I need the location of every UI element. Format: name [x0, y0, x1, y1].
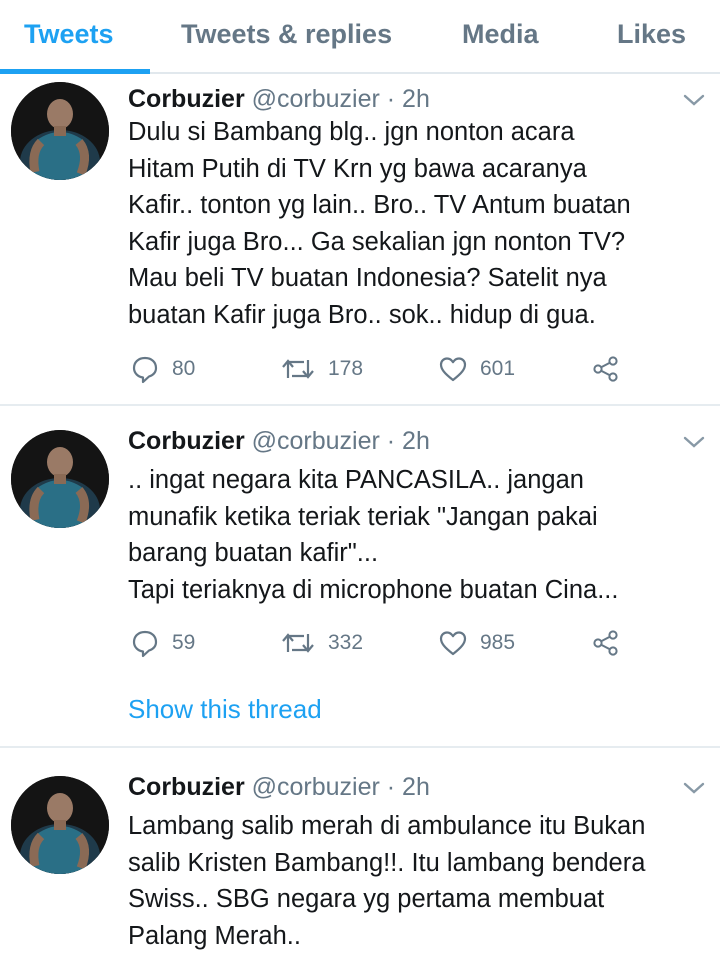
avatar-image	[11, 776, 109, 874]
like-count: 985	[480, 631, 516, 654]
retweet-arrows-icon	[282, 633, 314, 653]
avatar[interactable]	[11, 776, 109, 874]
tweet-header: Corbuzier @corbuzier · 2h	[128, 82, 430, 116]
timestamp[interactable]: · 2h	[380, 427, 430, 455]
tweet-actions: 59 332 985	[128, 626, 648, 660]
author-name[interactable]: Corbuzier	[128, 773, 245, 801]
author-name[interactable]: Corbuzier	[128, 427, 245, 455]
tweet-text-line: Palang Merah..	[128, 921, 301, 950]
tweet[interactable]: Corbuzier @corbuzier · 2h .. ingat negar…	[0, 406, 720, 746]
tweet-text-line: buatan Kafir juga Bro.. sok.. hidup di g…	[128, 300, 596, 329]
avatar-image	[11, 82, 109, 180]
avatar-image	[11, 430, 109, 528]
author-handle[interactable]: @corbuzier	[252, 773, 380, 801]
like-count: 601	[480, 357, 516, 380]
tweet-text-line: Mau beli TV buatan Indonesia? Satelit ny…	[128, 264, 607, 292]
tweet-text-line: Hitam Putih di TV Krn yg bawa acaranya	[128, 154, 587, 183]
tweet-text-line: salib Kristen Bambang!!. Itu lambang ben…	[128, 848, 646, 877]
avatar[interactable]	[11, 430, 109, 528]
tweet-text: Dulu si Bambang blg.. jgn nonton acara H…	[128, 114, 713, 333]
reply-button[interactable]: 59	[130, 626, 195, 660]
retweet-button[interactable]: 332	[280, 626, 363, 660]
like-button[interactable]: 985	[438, 626, 515, 660]
timestamp[interactable]: · 2h	[380, 85, 430, 113]
profile-tabs: Tweets Tweets & replies Media Likes	[0, 0, 720, 74]
tweet-header: Corbuzier @corbuzier · 2h	[128, 424, 430, 458]
author-handle[interactable]: @corbuzier	[252, 85, 380, 113]
share-button[interactable]	[591, 352, 621, 386]
chevron-down-icon[interactable]	[682, 92, 706, 108]
tweet[interactable]: Corbuzier @corbuzier · 2h Dulu si Bamban…	[0, 76, 720, 406]
tweet-text-line: munafik ketika teriak teriak "Jangan pak…	[128, 502, 598, 531]
active-tab-indicator	[0, 69, 150, 74]
like-button[interactable]: 601	[438, 352, 515, 386]
author-handle[interactable]: @corbuzier	[252, 427, 380, 455]
tweet-text-line: .. ingat negara kita PANCASILA.. jangan	[128, 466, 584, 494]
retweet-count: 332	[328, 631, 364, 654]
share-nodes-icon	[593, 356, 618, 382]
tweet-text: Lambang salib merah di ambulance itu Buk…	[128, 808, 713, 954]
tweet-text-line: Kafir juga Bro... Ga sekalian jgn nonton…	[128, 227, 626, 256]
speech-bubble-icon	[132, 630, 158, 658]
chevron-down-icon[interactable]	[682, 434, 706, 450]
tweet-actions: 80 178 601	[128, 352, 648, 386]
retweet-button[interactable]: 178	[280, 352, 363, 386]
share-nodes-icon	[593, 630, 618, 656]
share-button[interactable]	[591, 626, 621, 660]
heart-icon	[439, 357, 467, 382]
timestamp[interactable]: · 2h	[380, 773, 430, 801]
tab-likes[interactable]: Likes	[617, 16, 686, 56]
show-thread-link[interactable]: Show this thread	[128, 692, 322, 726]
chevron-down-icon[interactable]	[682, 780, 706, 796]
avatar[interactable]	[11, 82, 109, 180]
tweet-text-line: Lambang salib merah di ambulance itu Buk…	[128, 812, 646, 840]
reply-count: 80	[172, 357, 196, 380]
reply-button[interactable]: 80	[130, 352, 195, 386]
retweet-arrows-icon	[282, 359, 314, 379]
speech-bubble-icon	[132, 356, 158, 384]
tweet[interactable]: Corbuzier @corbuzier · 2h Lambang salib …	[0, 748, 720, 960]
heart-icon	[439, 631, 467, 656]
tweet-text-line: Tapi teriaknya di microphone buatan Cina…	[128, 575, 619, 604]
tweet-text-line: barang buatan kafir"...	[128, 539, 379, 567]
tweet-text: .. ingat negara kita PANCASILA.. jangan …	[128, 462, 713, 608]
retweet-count: 178	[328, 357, 364, 380]
reply-count: 59	[172, 631, 196, 654]
profile-timeline: Tweets Tweets & replies Media Likes Corb…	[0, 0, 720, 960]
tweet-text-line: Kafir.. tonton yg lain.. Bro.. TV Antum …	[128, 191, 631, 219]
tweet-text-line: Swiss.. SBG negara yg pertama membuat	[128, 885, 605, 913]
author-name[interactable]: Corbuzier	[128, 85, 245, 113]
tab-tweets[interactable]: Tweets	[24, 16, 114, 56]
tab-media[interactable]: Media	[462, 16, 539, 56]
tweet-text-line: Dulu si Bambang blg.. jgn nonton acara	[128, 118, 575, 146]
tab-tweets-and-replies[interactable]: Tweets & replies	[181, 16, 392, 56]
tweet-header: Corbuzier @corbuzier · 2h	[128, 770, 430, 804]
